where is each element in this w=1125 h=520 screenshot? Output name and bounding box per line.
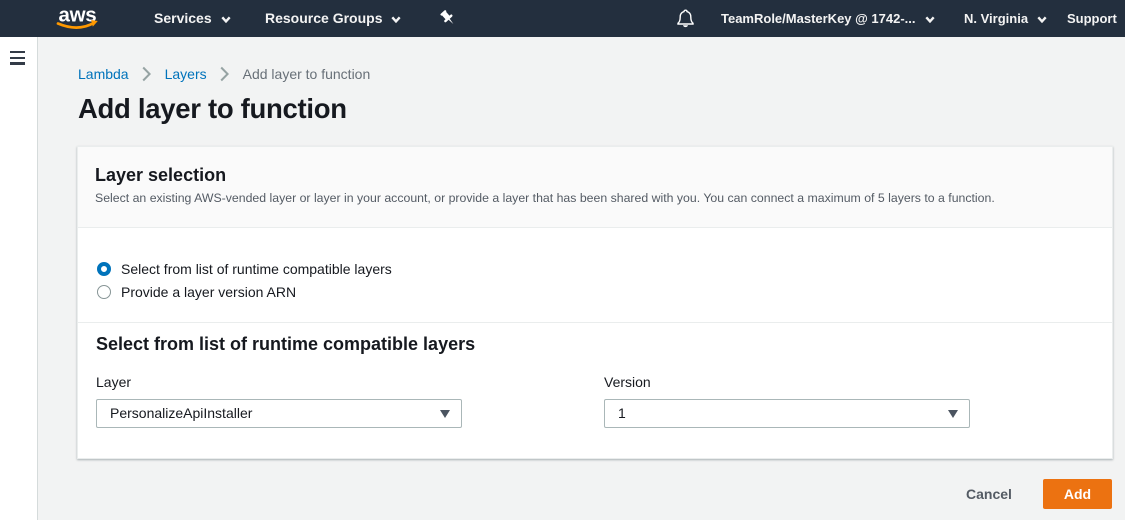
svg-text:aws: aws [59,4,97,26]
